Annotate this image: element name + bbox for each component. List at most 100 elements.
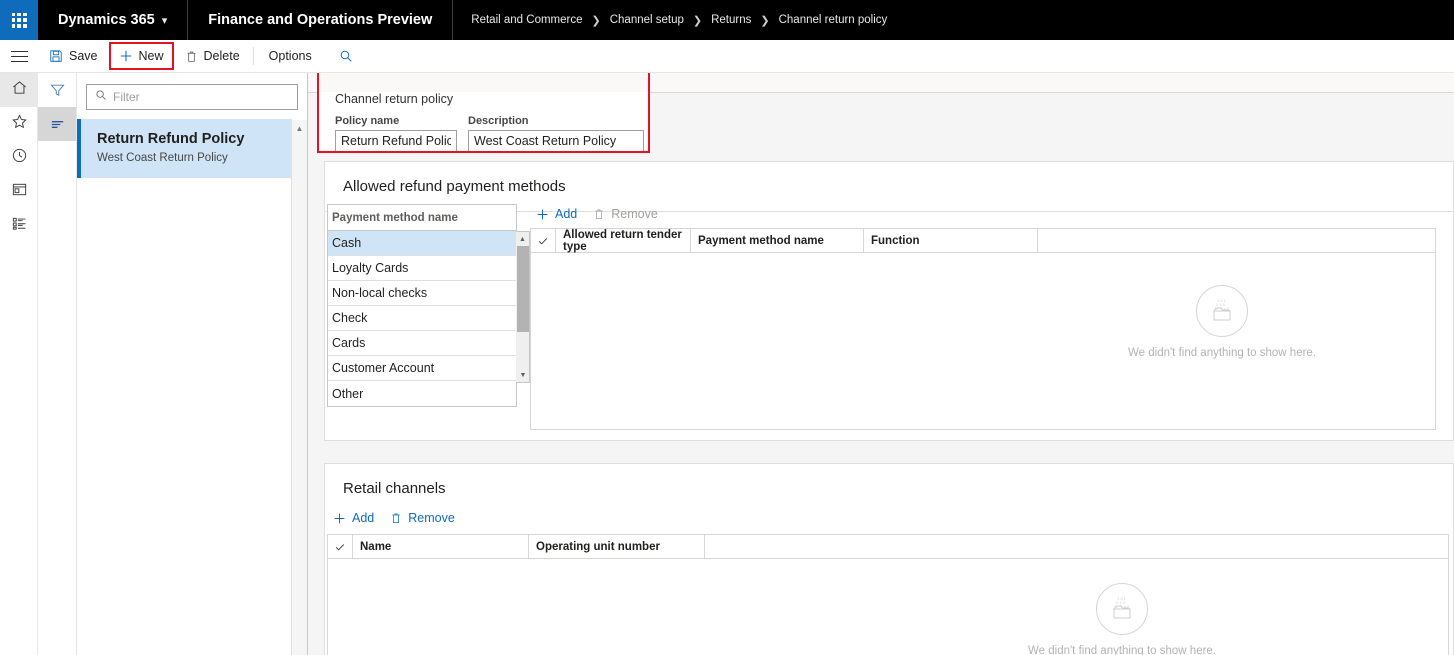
chevron-right-icon: ❯ <box>760 14 770 27</box>
list-item-subtitle: West Coast Return Policy <box>97 152 228 164</box>
picker-row[interactable]: Other <box>328 381 516 406</box>
refund-grid-commands: Add Remove <box>530 195 658 221</box>
remove-button[interactable]: Remove <box>390 511 455 525</box>
filter-container <box>77 73 307 119</box>
picker-row[interactable]: Cards <box>328 331 516 356</box>
brand-label: Dynamics 365 <box>58 12 155 28</box>
list-lines-icon[interactable] <box>38 107 76 141</box>
rail-item-modules[interactable] <box>0 209 38 243</box>
picker-row[interactable]: Check <box>328 306 516 331</box>
empty-state-text: We didn't find anything to show here. <box>1028 645 1217 655</box>
picker-row[interactable]: Non-local checks <box>328 281 516 306</box>
search-icon <box>339 49 353 63</box>
grid-body: 0 1 0 1 0 1 We didn't find anything to s… <box>328 559 1448 655</box>
filter-icon[interactable] <box>38 73 76 107</box>
picker-row-label: Loyalty Cards <box>332 261 409 275</box>
description-input[interactable] <box>468 130 644 152</box>
filter-box[interactable] <box>86 84 298 110</box>
save-icon <box>49 49 63 63</box>
new-label: New <box>138 49 164 63</box>
chevron-up-icon[interactable]: ▲ <box>516 232 529 246</box>
chevron-up-icon[interactable]: ▲ <box>292 120 307 136</box>
column-header-name[interactable]: Name <box>353 535 529 558</box>
add-label: Add <box>555 207 578 221</box>
top-navigation-bar: Dynamics 365 ▾ Finance and Operations Pr… <box>0 0 1454 40</box>
remove-button: Remove <box>593 207 658 221</box>
picker-row-label: Cash <box>332 236 362 250</box>
delete-button[interactable]: Delete <box>176 43 249 69</box>
plus-icon <box>536 208 549 221</box>
policy-name-label: Policy name <box>335 115 400 127</box>
chevron-right-icon: ❯ <box>692 14 703 27</box>
policy-name-input[interactable] <box>335 130 457 152</box>
picker-header: Payment method name <box>328 205 516 231</box>
rail-item-recent[interactable] <box>0 141 38 175</box>
scrollbar-thumb[interactable] <box>294 136 306 636</box>
waffle-grid-icon[interactable] <box>0 0 38 40</box>
add-button[interactable]: Add <box>536 207 577 221</box>
no-data-icon: 0 1 0 1 0 1 <box>1096 583 1148 635</box>
nav-pane <box>38 73 77 655</box>
save-label: Save <box>69 49 98 63</box>
empty-state-text: We didn't find anything to show here. <box>1128 347 1317 359</box>
app-name-label: Finance and Operations Preview <box>208 12 433 28</box>
refund-grid-area: Add Remove Allowed return tender type Pa… <box>530 195 1436 430</box>
picker-row[interactable]: Cash <box>328 231 516 256</box>
breadcrumb-item-0[interactable]: Retail and Commerce <box>471 14 582 26</box>
svg-text:1 0 1: 1 0 1 <box>1217 298 1227 303</box>
select-all-checkbox[interactable] <box>531 229 556 252</box>
delete-label: Delete <box>203 49 240 63</box>
list-panel-scrollbar[interactable]: ▲ <box>291 120 307 655</box>
remove-label: Remove <box>408 511 455 525</box>
form-section-title: Channel return policy <box>335 92 454 106</box>
form-fields: Policy name Description <box>319 106 648 152</box>
window-icon <box>11 181 28 203</box>
star-icon <box>11 113 28 135</box>
picker-row[interactable]: Customer Account <box>328 356 516 381</box>
list-item[interactable]: Return Refund Policy West Coast Return P… <box>77 119 292 178</box>
add-button[interactable]: Add <box>333 511 374 525</box>
retail-section-title: Retail channels <box>343 480 446 497</box>
new-button[interactable]: New <box>108 42 174 70</box>
description-field: Description <box>468 115 644 152</box>
chevron-down-icon[interactable]: ▼ <box>516 368 530 382</box>
column-header-operating-unit-number[interactable]: Operating unit number <box>529 535 705 558</box>
app-root: Dynamics 365 ▾ Finance and Operations Pr… <box>0 0 1454 655</box>
retail-channels-card: Retail channels Add Remove Name Operatin… <box>324 463 1454 655</box>
trash-icon <box>185 50 198 63</box>
picker-row-label: Check <box>332 311 368 325</box>
command-bar: Save New Delete Options <box>0 40 1454 73</box>
column-header-payment-method-name[interactable]: Payment method name <box>691 229 864 252</box>
rail-item-home[interactable] <box>0 73 38 107</box>
column-header-allowed-return-tender-type[interactable]: Allowed return tender type <box>556 229 691 253</box>
policy-name-field: Policy name <box>335 115 457 152</box>
breadcrumb-item-2[interactable]: Returns <box>711 14 751 26</box>
description-label: Description <box>468 115 529 127</box>
select-all-checkbox[interactable] <box>328 535 353 558</box>
refund-section-title: Allowed refund payment methods <box>343 178 566 195</box>
brand-menu[interactable]: Dynamics 365 ▾ <box>38 0 189 40</box>
picker-scrollbar[interactable]: ▲ ▼ <box>516 231 530 383</box>
picker-row[interactable]: Loyalty Cards <box>328 256 516 281</box>
scrollbar-thumb[interactable] <box>517 246 529 332</box>
search-icon <box>95 88 107 106</box>
breadcrumb-item-3[interactable]: Channel return policy <box>779 14 888 26</box>
empty-state: 0 1 0 1 0 1 We didn't find anything to s… <box>1028 583 1216 655</box>
hamburger-icon[interactable] <box>0 40 38 73</box>
grid-header-row: Allowed return tender type Payment metho… <box>531 229 1435 253</box>
breadcrumb-item-1[interactable]: Channel setup <box>610 14 684 26</box>
rail-item-workspaces[interactable] <box>0 175 38 209</box>
column-header-function[interactable]: Function <box>864 229 1038 252</box>
options-button[interactable]: Options <box>260 43 321 69</box>
search-input[interactable] <box>113 90 283 104</box>
grid-header-row: Name Operating unit number <box>328 535 1448 559</box>
records-list-panel: Return Refund Policy West Coast Return P… <box>77 73 308 655</box>
rail-item-favorites[interactable] <box>0 107 38 141</box>
breadcrumb: Retail and Commerce ❯ Channel setup ❯ Re… <box>453 0 905 40</box>
add-label: Add <box>352 511 375 525</box>
no-data-icon: 0 1 0 1 0 1 <box>1196 285 1248 337</box>
app-name: Finance and Operations Preview <box>188 0 454 40</box>
search-button[interactable] <box>331 43 361 69</box>
retail-channels-grid: Name Operating unit number 0 1 0 1 0 1 W… <box>327 534 1449 655</box>
save-button[interactable]: Save <box>40 43 107 69</box>
